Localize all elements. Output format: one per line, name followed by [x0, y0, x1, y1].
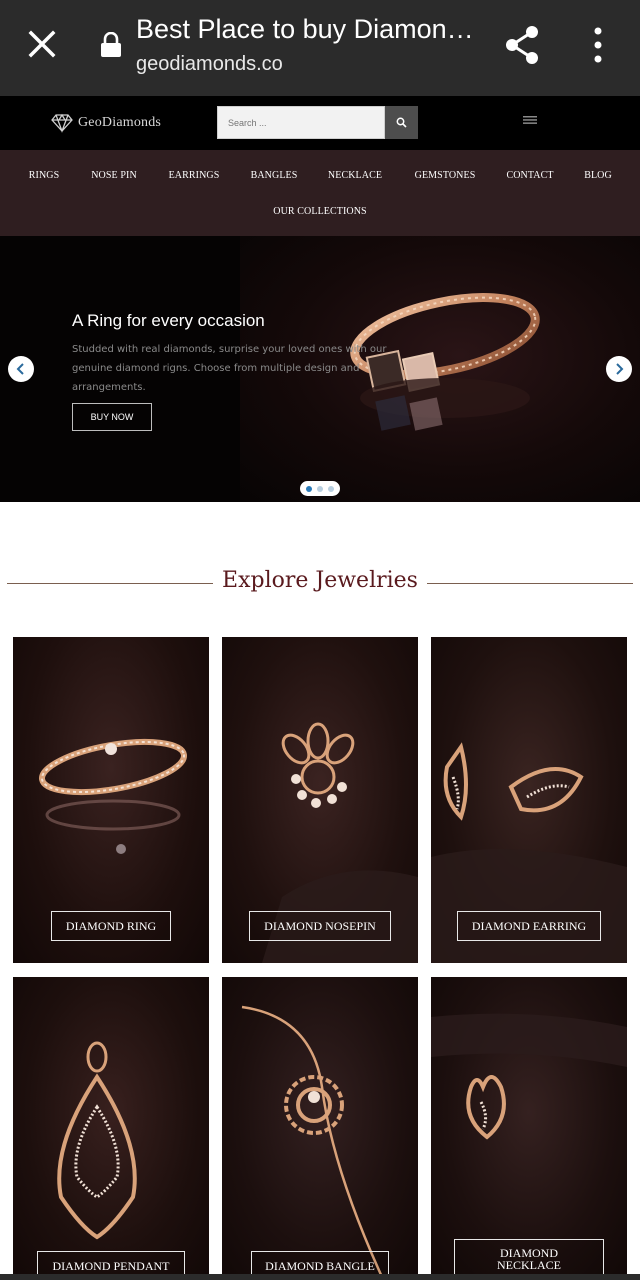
product-card-necklace[interactable]: DIAMOND NECKLACE: [431, 977, 627, 1277]
product-label[interactable]: DIAMOND RING: [51, 911, 171, 941]
logo-text: GeoDiamonds: [78, 115, 162, 130]
slide-dot[interactable]: [328, 485, 334, 492]
chevron-left-icon: [16, 363, 24, 375]
lock-icon: [101, 32, 121, 57]
diamond-logo-icon: [51, 113, 73, 133]
next-slide-button[interactable]: [606, 356, 632, 382]
hero-description: Studded with real diamonds, surprise you…: [72, 344, 387, 393]
search-bar: [217, 106, 418, 139]
share-icon[interactable]: [502, 24, 542, 66]
system-bar: [0, 1274, 640, 1280]
buy-now-button[interactable]: BUY NOW: [72, 403, 152, 431]
bangle-image: [241, 1005, 384, 1277]
more-icon[interactable]: [590, 26, 606, 64]
pendant-image: [57, 1041, 137, 1240]
product-card-bangle[interactable]: DIAMOND BANGLE: [222, 977, 418, 1277]
site-header: GeoDiamonds: [0, 96, 640, 150]
nav-item-bangles[interactable]: BANGLES: [251, 170, 298, 181]
search-input[interactable]: [217, 106, 385, 139]
page-title[interactable]: Best Place to buy Diamond Jewellery: [136, 14, 476, 45]
nav-item-our-collections[interactable]: OUR COLLECTIONS: [273, 206, 366, 217]
site-logo[interactable]: GeoDiamonds: [50, 110, 161, 136]
product-card-ring[interactable]: DIAMOND RING: [13, 637, 209, 963]
hero-heading: A Ring for every occasion: [72, 311, 265, 330]
page-url[interactable]: geodiamonds.co: [136, 53, 283, 76]
nav-item-blog[interactable]: BLOG: [584, 170, 612, 181]
nav-item-contact[interactable]: CONTACT: [506, 170, 553, 181]
nav-item-necklace[interactable]: NECKLACE: [328, 170, 382, 181]
product-label[interactable]: DIAMOND EARRING: [457, 911, 601, 941]
prev-slide-button[interactable]: [8, 356, 34, 382]
close-icon[interactable]: [24, 26, 60, 62]
nav-item-rings[interactable]: RINGS: [29, 170, 60, 181]
explore-heading: Explore Jewelries: [0, 568, 640, 600]
nav-item-nose-pin[interactable]: NOSE PIN: [91, 170, 137, 181]
nav-item-gemstones[interactable]: GEMSTONES: [415, 170, 476, 181]
search-button[interactable]: [385, 106, 418, 139]
necklace-image: [431, 1013, 627, 1140]
product-label[interactable]: DIAMOND NOSEPIN: [249, 911, 391, 941]
section-title: Explore Jewelries: [222, 568, 418, 593]
search-icon: [396, 117, 407, 128]
category-nav: RINGS NOSE PIN EARRINGS BANGLES NECKLACE…: [0, 150, 640, 236]
product-card-nosepin[interactable]: DIAMOND NOSEPIN: [222, 637, 418, 963]
divider: [427, 583, 633, 584]
slide-dot[interactable]: [317, 485, 323, 492]
product-label[interactable]: DIAMOND NECKLACE: [454, 1239, 604, 1277]
browser-toolbar: Best Place to buy Diamond Jewellery geod…: [0, 0, 640, 96]
hero-slider: A Ring for every occasion Studded with r…: [0, 236, 640, 502]
nav-item-earrings[interactable]: EARRINGS: [169, 170, 220, 181]
menu-icon[interactable]: [523, 114, 537, 126]
product-card-earring[interactable]: DIAMOND EARRING: [431, 637, 627, 963]
chevron-right-icon: [616, 363, 624, 375]
slide-indicators: [300, 481, 340, 496]
slide-dot[interactable]: [306, 485, 312, 492]
product-card-pendant[interactable]: DIAMOND PENDANT: [13, 977, 209, 1277]
